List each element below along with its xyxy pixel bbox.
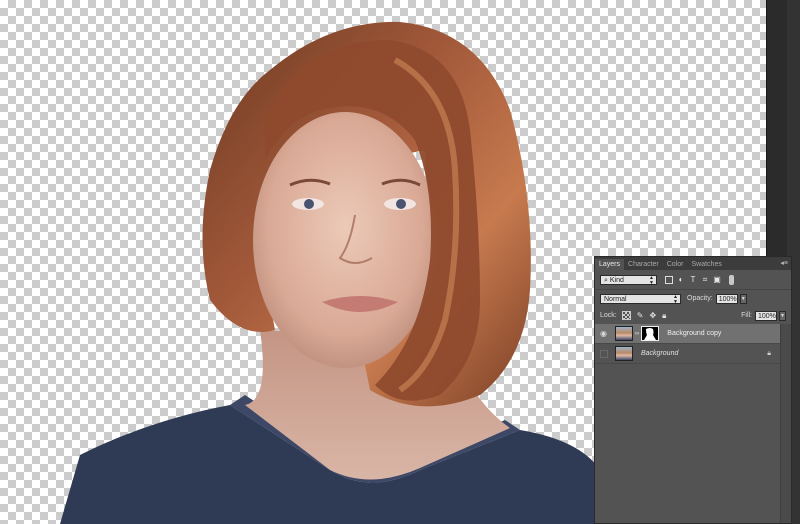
opacity-field[interactable]: 100% (715, 293, 738, 304)
layer-name[interactable]: Background (641, 350, 678, 357)
panel-menu-icon[interactable]: ◂≡ (780, 259, 788, 267)
lock-icon: 🔒︎ (767, 349, 771, 357)
adjustment-filter-icon[interactable]: ◐ (677, 275, 685, 284)
lock-move-icon[interactable]: ✥ (649, 311, 656, 320)
fill-slider-arrow-icon[interactable]: ▼ (779, 310, 786, 321)
layer-list: ◉ ∞ Background copy Background 🔒︎ (595, 324, 781, 523)
shape-filter-icon[interactable]: ⌗ (701, 275, 709, 284)
blend-mode-dropdown[interactable]: Normal ▲ ▼ (600, 293, 681, 305)
lock-transparent-icon[interactable] (621, 311, 631, 320)
opacity-label: Opacity: (687, 295, 713, 302)
layer-mask-thumbnail[interactable] (641, 326, 660, 341)
lock-all-icon[interactable]: 🔒︎ (662, 311, 666, 321)
layer-name[interactable]: Background copy (667, 330, 721, 337)
tab-layers[interactable]: Layers (595, 259, 625, 270)
lock-icons: ✎ ✥ 🔒︎ (621, 311, 666, 321)
layers-panel: Layers Character Color Swatches ◂≡ ⌕ Kin… (594, 256, 792, 524)
type-filter-icon[interactable]: T (689, 275, 697, 284)
panel-tabs: Layers Character Color Swatches ◂≡ (595, 257, 791, 270)
filter-kind-dropdown[interactable]: ⌕ Kind ▲ ▼ (600, 274, 657, 286)
layer-row-background[interactable]: Background 🔒︎ (595, 344, 781, 364)
pixel-filter-icon[interactable] (665, 275, 673, 284)
layer-row-background-copy[interactable]: ◉ ∞ Background copy (595, 324, 781, 344)
layer-thumbnail (615, 346, 633, 361)
tab-color[interactable]: Color (663, 259, 688, 270)
filter-icons: ◐ T ⌗ ▣ (665, 274, 734, 285)
opacity-slider-arrow-icon[interactable]: ▼ (739, 293, 747, 304)
lock-label: Lock: (600, 312, 617, 319)
mask-silhouette-icon (644, 328, 657, 340)
search-icon: ⌕ (604, 276, 608, 284)
filter-toggle-icon[interactable] (729, 274, 734, 285)
filter-kind-label: Kind (609, 276, 624, 284)
tab-character[interactable]: Character (624, 259, 663, 270)
fill-field[interactable]: 100% (755, 310, 777, 321)
layer-thumbnail (615, 326, 633, 341)
eye-icon[interactable]: ◉ (598, 324, 609, 343)
blend-mode-value: Normal (604, 295, 627, 303)
smart-object-filter-icon[interactable]: ▣ (713, 275, 721, 284)
dropdown-arrows-icon: ▲ ▼ (673, 293, 678, 305)
dropdown-arrows-icon: ▲ ▼ (649, 274, 654, 286)
blend-opacity-row: Normal ▲ ▼ Opacity: 100% ▼ (595, 290, 791, 307)
panel-scrollbar[interactable] (780, 324, 791, 523)
fill-label: Fill: (741, 312, 752, 319)
lock-brush-icon[interactable]: ✎ (637, 311, 644, 320)
visibility-toggle-icon[interactable] (598, 344, 609, 363)
layer-filter-row: ⌕ Kind ▲ ▼ ◐ T ⌗ ▣ (595, 270, 791, 290)
lock-fill-row: Lock: ✎ ✥ 🔒︎ Fill: 100% ▼ (595, 307, 791, 325)
mask-link-icon[interactable]: ∞ (635, 331, 639, 337)
tab-swatches[interactable]: Swatches (687, 259, 725, 270)
